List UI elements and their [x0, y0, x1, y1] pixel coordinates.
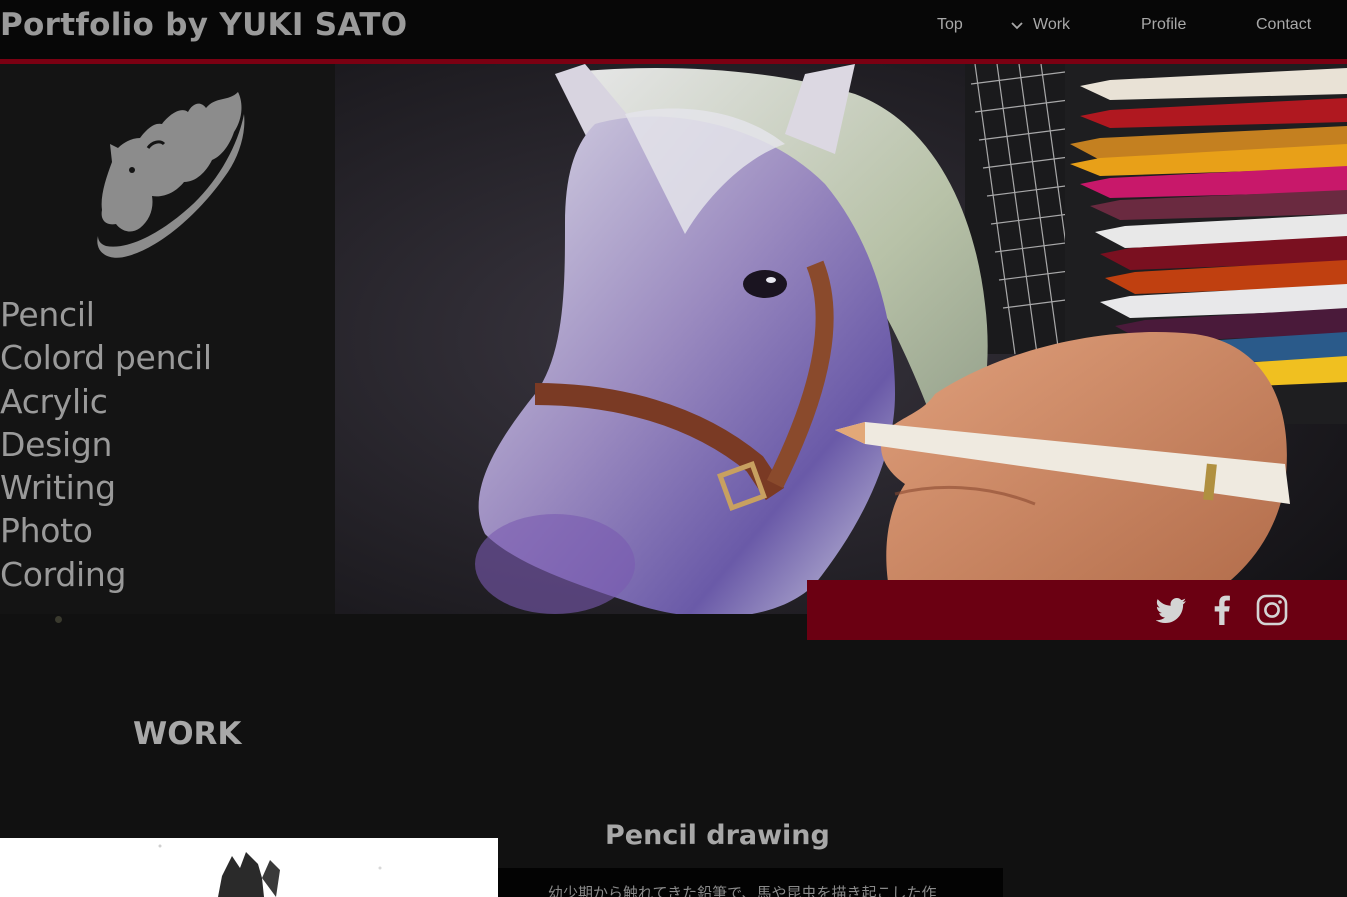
horse-flame-logo-icon: [97, 92, 245, 258]
nav-work[interactable]: Work: [1033, 16, 1070, 34]
decorative-dot: [55, 616, 62, 623]
facebook-icon[interactable]: [1206, 594, 1238, 626]
site-title[interactable]: Portfolio by YUKI SATO: [0, 7, 407, 43]
work-heading: WORK: [133, 716, 242, 752]
category-list: Pencil Colord pencil Acrylic Design Writ…: [0, 293, 212, 596]
category-design[interactable]: Design: [0, 423, 212, 466]
chevron-down-icon[interactable]: [1010, 21, 1024, 31]
twitter-icon[interactable]: [1156, 594, 1188, 626]
category-photo[interactable]: Photo: [0, 509, 212, 552]
nav-profile[interactable]: Profile: [1141, 16, 1186, 34]
category-writing[interactable]: Writing: [0, 466, 212, 509]
section-title-pencil-drawing: Pencil drawing: [605, 820, 830, 851]
nav-top[interactable]: Top: [937, 16, 963, 34]
description-text: 幼少期から触れてきた鉛筆で、馬や昆虫を描き起こした作: [548, 884, 937, 897]
description-box: 幼少期から触れてきた鉛筆で、馬や昆虫を描き起こした作: [498, 868, 1003, 897]
social-bar: [807, 580, 1347, 640]
nav-contact[interactable]: Contact: [1256, 16, 1311, 34]
site-header: Portfolio by YUKI SATO Top Work Profile …: [0, 0, 1347, 59]
horse-sketch-image: [158, 844, 382, 897]
category-cording[interactable]: Cording: [0, 553, 212, 596]
pencil-drawing-thumbnail[interactable]: [0, 838, 498, 897]
category-colored-pencil[interactable]: Colord pencil: [0, 336, 212, 379]
hero-artwork-image: [335, 64, 1347, 614]
category-pencil[interactable]: Pencil: [0, 293, 212, 336]
instagram-icon[interactable]: [1256, 594, 1288, 626]
category-acrylic[interactable]: Acrylic: [0, 380, 212, 423]
